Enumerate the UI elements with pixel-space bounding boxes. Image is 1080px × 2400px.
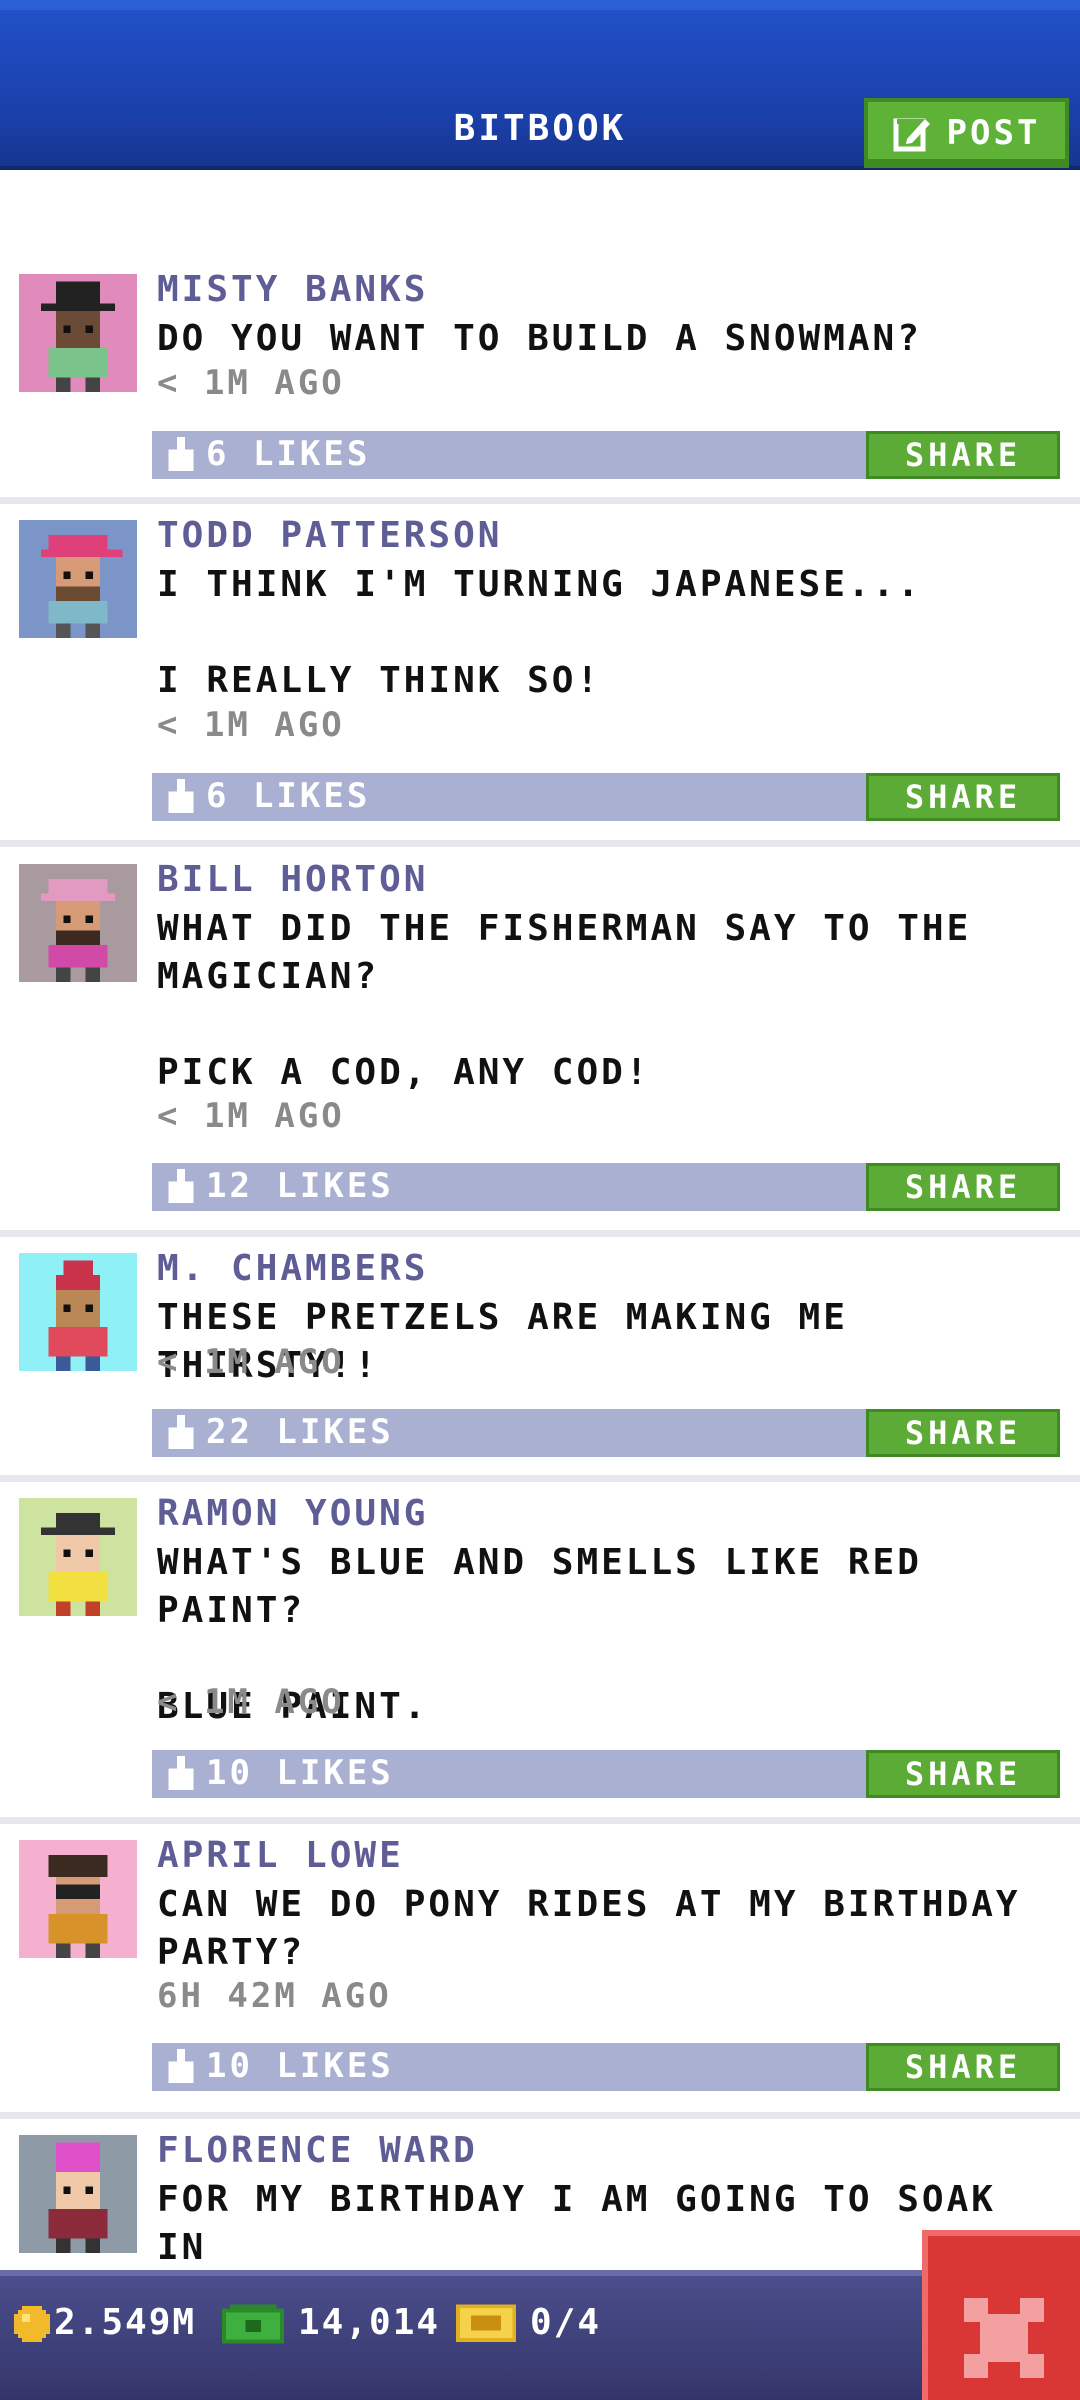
like-bar[interactable]: 12 LIKES bbox=[152, 1163, 866, 1211]
post-author: M. CHAMBERS bbox=[157, 1248, 429, 1289]
like-bar[interactable]: 6 LIKES bbox=[152, 431, 866, 479]
post-time: 6H 42M AGO bbox=[157, 1976, 392, 2016]
thumbs-up-icon bbox=[168, 437, 194, 471]
post-time: < 1M AGO bbox=[157, 1096, 345, 1136]
share-button[interactable]: SHARE bbox=[866, 773, 1060, 821]
close-button[interactable] bbox=[922, 2230, 1080, 2400]
share-button[interactable]: SHARE bbox=[866, 431, 1060, 479]
share-button[interactable]: SHARE bbox=[866, 2043, 1060, 2091]
post-button[interactable]: POST bbox=[864, 98, 1069, 168]
like-bar[interactable]: 10 LIKES bbox=[152, 2043, 866, 2091]
post-author: TODD PATTERSON bbox=[157, 515, 503, 556]
like-count: 10 LIKES bbox=[206, 1753, 394, 1793]
like-count: 22 LIKES bbox=[206, 1412, 394, 1452]
post-time: < 1M AGO bbox=[157, 705, 345, 745]
share-button[interactable]: SHARE bbox=[866, 1409, 1060, 1457]
post-author: RAMON YOUNG bbox=[157, 1493, 429, 1534]
bux-value: 14,014 bbox=[298, 2302, 441, 2343]
post-author: MISTY BANKS bbox=[157, 269, 429, 310]
like-count: 6 LIKES bbox=[206, 434, 371, 474]
avatar[interactable] bbox=[19, 1253, 137, 1371]
avatar[interactable] bbox=[19, 2135, 137, 2253]
share-button[interactable]: SHARE bbox=[866, 1750, 1060, 1798]
post-message: WHAT DID THE FISHERMAN SAY TO THE MAGICI… bbox=[157, 908, 972, 1093]
feed-post: TODD PATTERSON I THINK I'M TURNING JAPAN… bbox=[0, 504, 1080, 847]
like-count: 10 LIKES bbox=[206, 2046, 394, 2086]
close-icon bbox=[964, 2298, 1044, 2378]
post-time: < 1M AGO bbox=[157, 363, 345, 403]
bux-icon bbox=[222, 2304, 284, 2344]
like-bar[interactable]: 6 LIKES bbox=[152, 773, 866, 821]
avatar[interactable] bbox=[19, 1840, 137, 1958]
post-time: < 1M AGO bbox=[157, 1682, 345, 1722]
share-button[interactable]: SHARE bbox=[866, 1163, 1060, 1211]
thumbs-up-icon bbox=[168, 2049, 194, 2083]
ticket-icon bbox=[456, 2304, 516, 2342]
feed-post: FLORENCE WARD FOR MY BIRTHDAY I AM GOING… bbox=[0, 2119, 1080, 2270]
avatar[interactable] bbox=[19, 520, 137, 638]
thumbs-up-icon bbox=[168, 1169, 194, 1203]
post-author: BILL HORTON bbox=[157, 859, 429, 900]
thumbs-up-icon bbox=[168, 1756, 194, 1790]
feed-post: RAMON YOUNG WHAT'S BLUE AND SMELLS LIKE … bbox=[0, 1482, 1080, 1824]
like-count: 6 LIKES bbox=[206, 776, 371, 816]
tickets-value: 0/4 bbox=[530, 2302, 602, 2343]
like-count: 12 LIKES bbox=[206, 1166, 394, 1206]
feed-post: APRIL LOWE CAN WE DO PONY RIDES AT MY BI… bbox=[0, 1824, 1080, 2119]
post-message: DO YOU WANT TO BUILD A SNOWMAN? bbox=[157, 318, 922, 359]
avatar[interactable] bbox=[19, 864, 137, 982]
top-bar: BITBOOK POST bbox=[0, 0, 1080, 170]
compose-icon bbox=[893, 118, 930, 152]
avatar[interactable] bbox=[19, 274, 137, 392]
feed-post: BILL HORTON WHAT DID THE FISHERMAN SAY T… bbox=[0, 847, 1080, 1237]
feed-post: M. CHAMBERS THESE PRETZELS ARE MAKING ME… bbox=[0, 1237, 1080, 1482]
post-message: CAN WE DO PONY RIDES AT MY BIRTHDAY PART… bbox=[157, 1884, 1021, 1973]
bottom-status-bar: 2.549M 14,014 0/4 bbox=[0, 2270, 1080, 2400]
news-feed[interactable]: MISTY BANKS DO YOU WANT TO BUILD A SNOWM… bbox=[0, 170, 1080, 2270]
coin-icon bbox=[14, 2306, 50, 2342]
thumbs-up-icon bbox=[168, 1415, 194, 1449]
thumbs-up-icon bbox=[168, 779, 194, 813]
avatar[interactable] bbox=[19, 1498, 137, 1616]
post-time: < 1M AGO bbox=[157, 1342, 345, 1382]
coins-value: 2.549M bbox=[54, 2302, 197, 2343]
like-bar[interactable]: 10 LIKES bbox=[152, 1750, 866, 1798]
post-author: FLORENCE WARD bbox=[157, 2130, 478, 2171]
post-button-label: POST bbox=[946, 113, 1041, 153]
post-message: I THINK I'M TURNING JAPANESE... I REALLY… bbox=[157, 564, 922, 701]
feed-post: MISTY BANKS DO YOU WANT TO BUILD A SNOWM… bbox=[0, 267, 1080, 504]
like-bar[interactable]: 22 LIKES bbox=[152, 1409, 866, 1457]
post-author: APRIL LOWE bbox=[157, 1835, 404, 1876]
